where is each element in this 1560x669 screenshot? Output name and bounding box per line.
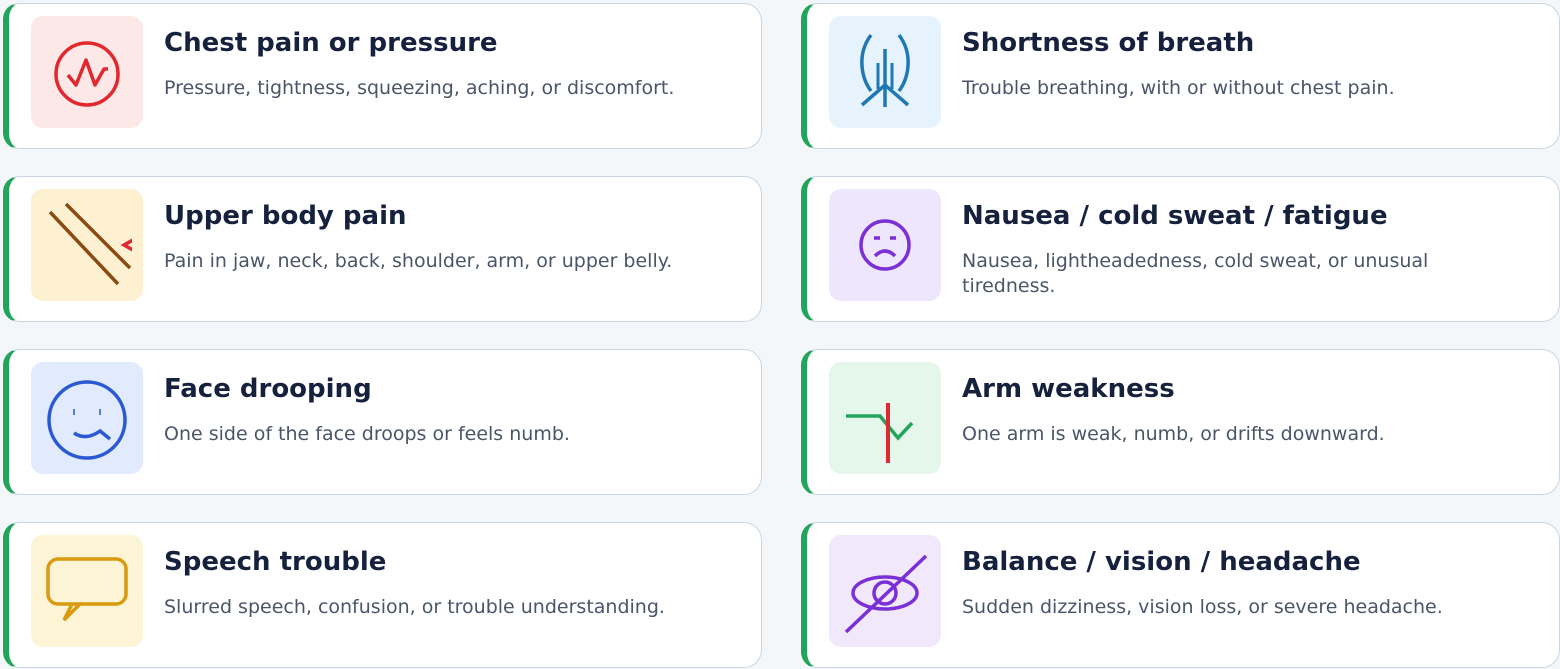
symptom-card-chest-pain: Chest pain or pressure Pressure, tightne… [3, 3, 762, 149]
symptom-card-balance-vision: Balance / vision / headache Sudden dizzi… [801, 522, 1560, 668]
card-title: Nausea / cold sweat / fatigue [962, 201, 1388, 231]
sad-face-icon [859, 219, 911, 271]
card-title: Balance / vision / headache [962, 547, 1361, 577]
card-description: One side of the face droops or feels num… [164, 423, 570, 445]
heart-pulse-icon [54, 41, 120, 107]
card-title: Chest pain or pressure [164, 28, 498, 58]
card-title: Face drooping [164, 374, 372, 404]
card-description: Nausea, lightheadedness, cold sweat, or … [962, 250, 1429, 297]
card-title: Arm weakness [962, 374, 1175, 404]
card-description: Pain in jaw, neck, back, shoulder, arm, … [164, 250, 673, 272]
card-description: Pressure, tightness, squeezing, aching, … [164, 77, 675, 99]
icon-box [31, 189, 143, 301]
icon-box [829, 189, 941, 301]
icon-box [31, 16, 143, 128]
lungs-icon [860, 33, 910, 107]
symptom-card-speech-trouble: Speech trouble Slurred speech, confusion… [3, 522, 762, 668]
drooping-face-icon [47, 380, 127, 460]
symptom-grid: Chest pain or pressure Pressure, tightne… [0, 0, 1560, 669]
arm-drift-icon [846, 403, 914, 463]
card-title: Speech trouble [164, 547, 387, 577]
card-description: Slurred speech, confusion, or trouble un… [164, 596, 665, 618]
radiating-pain-icon [48, 202, 132, 286]
icon-box [829, 362, 941, 474]
icon-box [31, 362, 143, 474]
eye-slash-icon [844, 554, 928, 634]
symptom-card-shortness-of-breath: Shortness of breath Trouble breathing, w… [801, 3, 1560, 149]
icon-box [829, 535, 941, 647]
card-description: One arm is weak, numb, or drifts downwar… [962, 423, 1385, 445]
card-description: Trouble breathing, with or without chest… [962, 77, 1395, 99]
symptom-card-arm-weakness: Arm weakness One arm is weak, numb, or d… [801, 349, 1560, 495]
icon-box [829, 16, 941, 128]
symptom-card-upper-body-pain: Upper body pain Pain in jaw, neck, back,… [3, 176, 762, 322]
symptom-card-face-drooping: Face drooping One side of the face droop… [3, 349, 762, 495]
speech-bubble-icon [46, 557, 128, 622]
card-title: Upper body pain [164, 201, 407, 231]
card-description: Sudden dizziness, vision loss, or severe… [962, 596, 1443, 618]
symptom-card-nausea: Nausea / cold sweat / fatigue Nausea, li… [801, 176, 1560, 322]
icon-box [31, 535, 143, 647]
card-title: Shortness of breath [962, 28, 1255, 58]
